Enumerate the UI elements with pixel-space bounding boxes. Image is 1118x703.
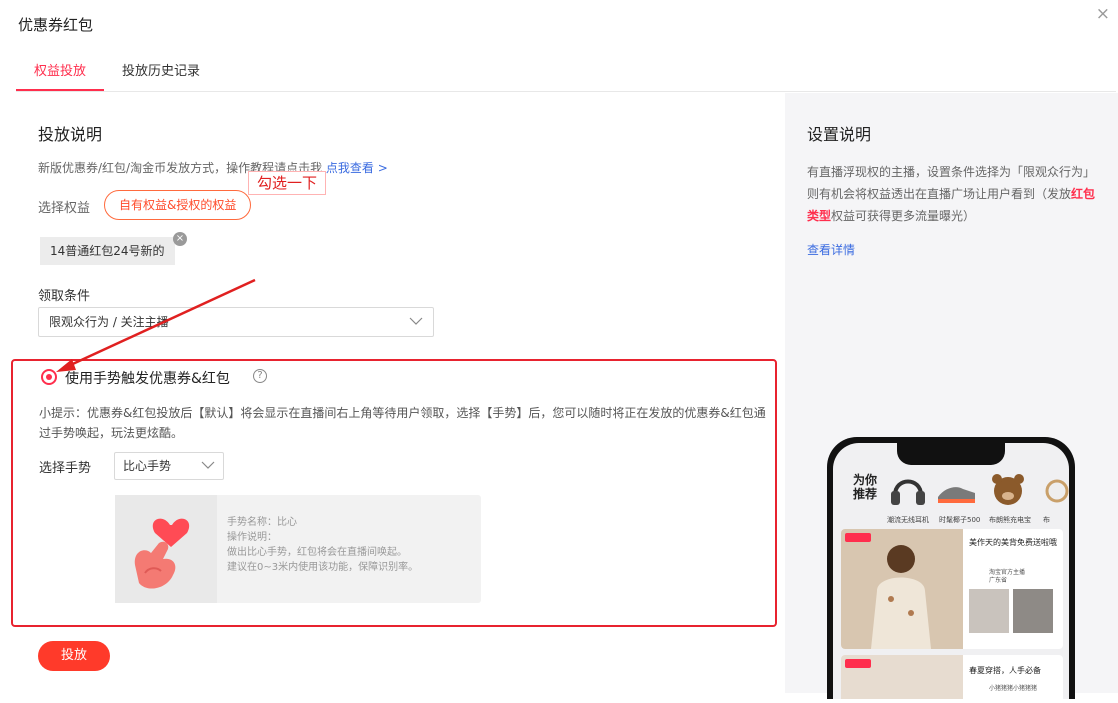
live-badge <box>845 533 871 542</box>
gesture-name: 手势名称：比心 <box>227 517 297 528</box>
live-card[interactable]: 春夏穿搭，人手必备 小猪猪猪小猪猪猪 <box>841 655 1063 699</box>
annotation-callout: 勾选一下 <box>248 171 327 195</box>
gesture-op-1: 做出比心手势，红包将会在直播间唤起。 <box>227 547 407 558</box>
gesture-preview-card: 手势名称：比心 操作说明： 做出比心手势，红包将会在直播间唤起。 建议在0~3米… <box>115 495 481 603</box>
chevron-down-icon <box>409 317 423 325</box>
product-label: 潮流无线耳机 <box>887 516 929 524</box>
recommend-title: 为你推荐 <box>853 473 878 501</box>
select-benefit-label: 选择权益 <box>38 201 91 216</box>
gesture-label: 选择手势 <box>39 461 92 476</box>
submit-button[interactable]: 投放 <box>38 641 110 671</box>
close-icon[interactable]: × <box>1096 4 1110 24</box>
live-card-thumb <box>969 589 1009 633</box>
delivery-description: 新版优惠券/红包/淘金币发放方式，操作教程请点击我 点我查看 > <box>38 159 388 176</box>
gesture-tip: 小提示：优惠券&红包投放后【默认】将会显示在直播间右上角等待用户领取，选择【手势… <box>39 406 766 440</box>
live-card-shop: 小猪猪猪小猪猪猪 <box>989 685 1038 692</box>
gesture-trigger-radio[interactable] <box>41 369 57 385</box>
tutorial-link[interactable]: 点我查看 > <box>326 161 388 175</box>
side-title: 设置说明 <box>807 125 872 144</box>
product-watch <box>1037 467 1069 511</box>
phone-notch <box>897 443 1005 465</box>
live-card-title: 春夏穿搭，人手必备 <box>969 666 1041 675</box>
tab-delivery-history[interactable]: 投放历史记录 <box>122 60 200 79</box>
tab-bar: 权益投放 投放历史记录 <box>16 50 1116 92</box>
live-card-shop: 淘宝官方主播 <box>989 569 1026 576</box>
product-sneaker <box>935 467 977 511</box>
live-card-image <box>841 529 963 649</box>
live-card[interactable]: 美作天的美背免费送啦哦 淘宝官方主播 广东省 <box>841 529 1063 649</box>
live-badge <box>845 659 871 668</box>
remove-tag-icon[interactable]: × <box>173 232 187 246</box>
help-icon[interactable]: ? <box>253 369 267 383</box>
gesture-trigger-label: 使用手势触发优惠券&红包 <box>65 371 230 387</box>
gesture-value: 比心手势 <box>123 459 172 473</box>
product-label: 布朗熊充电宝 <box>989 516 1031 524</box>
phone-preview: 为你推荐 潮流无线耳机 时髦椰子500 布朗熊充电宝 布 美作天的美背免费送啦哦… <box>827 437 1075 699</box>
heart-hand-icon <box>115 495 217 603</box>
gesture-op-2: 建议在0~3米内使用该功能，保障识别率。 <box>227 562 419 573</box>
side-description: 有直播浮现权的主播，设置条件选择为「限观众行为」则有机会将权益透出在直播广场让用… <box>807 161 1097 227</box>
product-label: 布 <box>1043 516 1050 524</box>
product-label: 时髦椰子500 <box>939 516 981 524</box>
gesture-select[interactable]: 比心手势 <box>114 452 224 480</box>
view-details-link[interactable]: 查看详情 <box>807 241 855 258</box>
condition-select[interactable]: 限观众行为 / 关注主播 <box>38 307 434 337</box>
live-card-location: 广东省 <box>989 577 1008 584</box>
selected-benefit-tag: 14普通红包24号新的 <box>40 237 175 265</box>
tab-active-underline <box>16 89 104 91</box>
main-panel: 投放说明 新版优惠券/红包/淘金币发放方式，操作教程请点击我 点我查看 > 选择… <box>0 93 785 703</box>
side-panel: 设置说明 有直播浮现权的主播，设置条件选择为「限观众行为」则有机会将权益透出在直… <box>785 93 1118 699</box>
gesture-info: 手势名称：比心 操作说明： 做出比心手势，红包将会在直播间唤起。 建议在0~3米… <box>227 515 418 575</box>
gesture-op-label: 操作说明： <box>227 532 277 543</box>
live-card-thumb <box>1013 589 1053 633</box>
gesture-highlight-box: 使用手势触发优惠券&红包 ? 小提示：优惠券&红包投放后【默认】将会显示在直播间… <box>11 359 777 627</box>
phone-screen: 为你推荐 潮流无线耳机 时髦椰子500 布朗熊充电宝 布 美作天的美背免费送啦哦… <box>833 443 1069 699</box>
section-title: 投放说明 <box>38 125 103 144</box>
chevron-down-icon <box>201 461 215 469</box>
live-card-image <box>841 655 963 699</box>
product-bear-powerbank <box>987 467 1029 511</box>
side-desc-1: 有直播浮现权的主播，设置条件选择为「限观众行为」则有机会将权益透出在直播广场让用… <box>807 165 1096 201</box>
product-headphones <box>887 467 929 511</box>
benefit-type-pill[interactable]: 自有权益&授权的权益 <box>104 190 252 220</box>
condition-value: 限观众行为 / 关注主播 <box>49 315 169 329</box>
tab-benefit-delivery[interactable]: 权益投放 <box>34 60 86 79</box>
live-card-title: 美作天的美背免费送啦哦 <box>969 538 1057 547</box>
dialog-title: 优惠券红包 <box>18 16 94 34</box>
condition-label: 领取条件 <box>38 289 91 304</box>
side-desc-2: 权益可获得更多流量曝光） <box>831 209 976 223</box>
